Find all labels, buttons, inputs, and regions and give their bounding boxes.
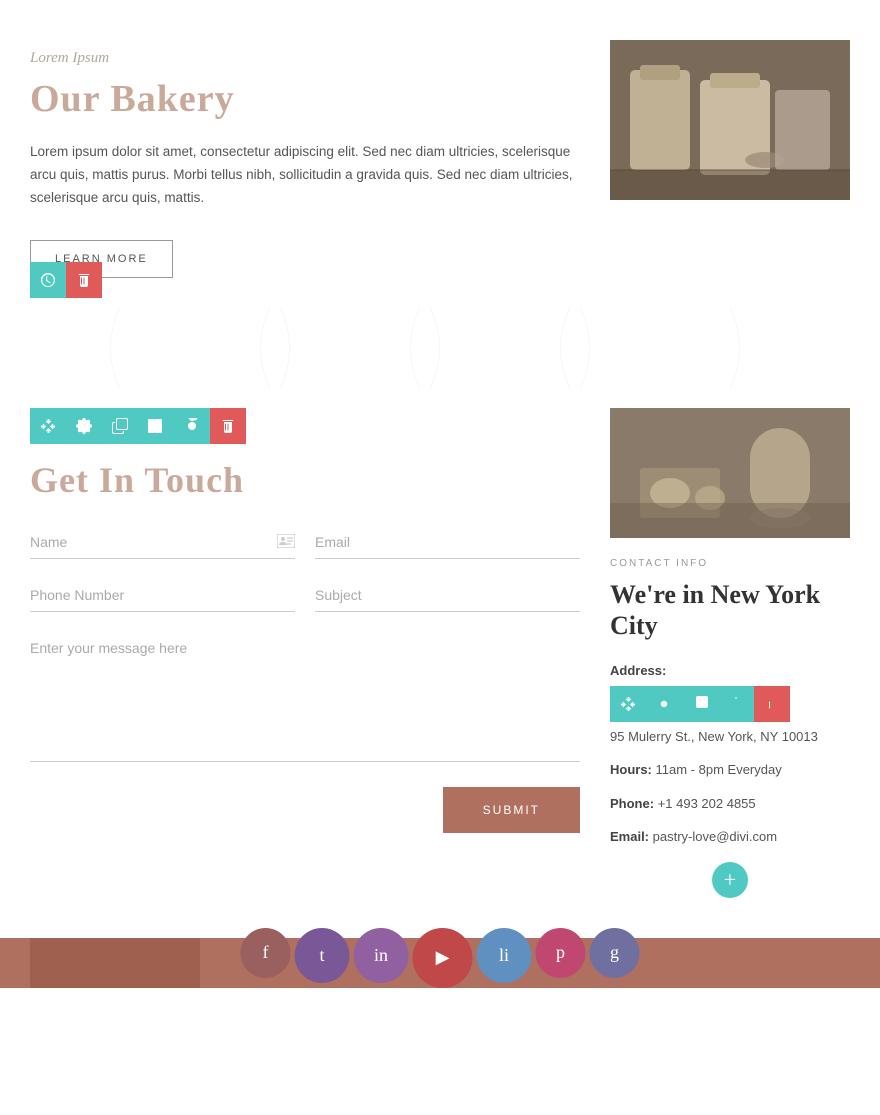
move-icon <box>40 418 56 434</box>
settings-btn[interactable] <box>66 408 102 444</box>
trash-icon <box>76 272 92 288</box>
bakery-kitchen-image <box>610 408 850 538</box>
submit-row: SUBMIT <box>30 787 580 833</box>
phone-value: +1 493 202 4855 <box>658 796 756 811</box>
address-value: 95 Mulerry St., New York, NY 10013 <box>610 729 818 744</box>
kitchen-svg <box>610 408 850 538</box>
name-input[interactable] <box>30 526 295 559</box>
email-input[interactable] <box>315 526 580 559</box>
subject-field <box>315 579 580 612</box>
footer-icon-2[interactable]: t <box>295 928 350 983</box>
power-icon-2 <box>184 418 200 434</box>
power-button[interactable] <box>30 262 66 298</box>
section-toolbar <box>30 408 246 444</box>
contact-address: Address: 95 Mulerry St., Ne <box>610 661 850 746</box>
mini-gear-icon <box>656 696 672 712</box>
power-icon <box>40 272 56 288</box>
contact-email: Email: pastry-love@divi.com <box>610 827 850 847</box>
gear-icon <box>76 418 92 434</box>
mini-duplicate-icon <box>692 696 708 712</box>
delete-button[interactable] <box>66 262 102 298</box>
move-btn[interactable] <box>30 408 66 444</box>
footer: f t in ▶ li p g <box>0 938 880 988</box>
id-card-icon <box>277 534 295 553</box>
contact-right-area: CONTACT INFO We're in New York City Addr… <box>610 408 850 898</box>
message-textarea[interactable] <box>30 632 580 762</box>
description: Lorem ipsum dolor sit amet, consectetur … <box>30 141 580 210</box>
duplicate-btn[interactable] <box>102 408 138 444</box>
mini-power-icon <box>728 696 744 712</box>
decorative-divider <box>0 308 880 388</box>
footer-bar <box>30 938 200 988</box>
phone-input[interactable] <box>30 579 295 612</box>
message-field-wrap <box>30 632 580 767</box>
columns-icon <box>148 418 164 434</box>
address-label: Address: <box>610 663 666 678</box>
phone-label: Phone: <box>610 796 654 811</box>
contact-hours: Hours: 11am - 8pm Everyday <box>610 760 850 780</box>
footer-icon-4[interactable]: ▶ <box>413 928 473 988</box>
submit-button[interactable]: SUBMIT <box>443 787 580 833</box>
footer-social-icons: f t in ▶ li p g <box>239 928 642 988</box>
email-label: Email: <box>610 829 649 844</box>
form-row-phone-subject <box>30 579 580 612</box>
top-left-content: Lorem Ipsum Our Bakery Lorem ipsum dolor… <box>30 40 580 278</box>
email-field <box>315 526 580 559</box>
top-right-image <box>610 40 850 200</box>
subject-input[interactable] <box>315 579 580 612</box>
mini-trash-icon <box>764 696 780 712</box>
subtitle: Lorem Ipsum <box>30 50 580 67</box>
footer-icon-7[interactable]: g <box>590 928 640 978</box>
delete-section-btn[interactable] <box>210 408 246 444</box>
divider-circles <box>140 308 740 388</box>
section-power-toolbar <box>30 262 102 298</box>
footer-icon-1[interactable]: f <box>241 928 291 978</box>
contact-info-label: CONTACT INFO <box>610 558 850 569</box>
mini-duplicate-btn[interactable] <box>682 686 718 722</box>
bakery-flour-image <box>610 40 850 200</box>
email-value: pastry-love@divi.com <box>653 829 777 844</box>
contact-city-title: We're in New York City <box>610 579 850 641</box>
main-title: Our Bakery <box>30 77 580 121</box>
mini-delete-btn[interactable] <box>754 686 790 722</box>
trash-icon-2 <box>220 418 236 434</box>
mini-toggle-btn[interactable] <box>718 686 754 722</box>
phone-field <box>30 579 295 612</box>
contact-form-area: Get In Touch <box>30 408 580 898</box>
bakery-image-bottom <box>610 408 850 538</box>
bakery-image-top <box>610 40 850 200</box>
flour-svg <box>610 40 850 200</box>
contact-title: Get In Touch <box>30 459 580 501</box>
name-field <box>30 526 295 559</box>
hours-value: 11am - 8pm Everyday <box>656 762 782 777</box>
footer-icon-5[interactable]: li <box>477 928 532 983</box>
footer-icon-6[interactable]: p <box>536 928 586 978</box>
hours-label: Hours: <box>610 762 652 777</box>
mini-move-btn[interactable] <box>610 686 646 722</box>
mini-move-icon <box>620 696 636 712</box>
columns-btn[interactable] <box>138 408 174 444</box>
mini-toolbar <box>610 686 790 722</box>
footer-icon-3[interactable]: in <box>354 928 409 983</box>
divider-circle-4 <box>560 308 740 388</box>
toggle-btn[interactable] <box>174 408 210 444</box>
top-section: Lorem Ipsum Our Bakery Lorem ipsum dolor… <box>0 0 880 308</box>
duplicate-icon <box>112 418 128 434</box>
mini-settings-btn[interactable] <box>646 686 682 722</box>
form-row-name-email <box>30 526 580 559</box>
contact-section: Get In Touch <box>0 388 880 938</box>
add-button[interactable]: + <box>712 862 748 898</box>
contact-phone: Phone: +1 493 202 4855 <box>610 794 850 814</box>
